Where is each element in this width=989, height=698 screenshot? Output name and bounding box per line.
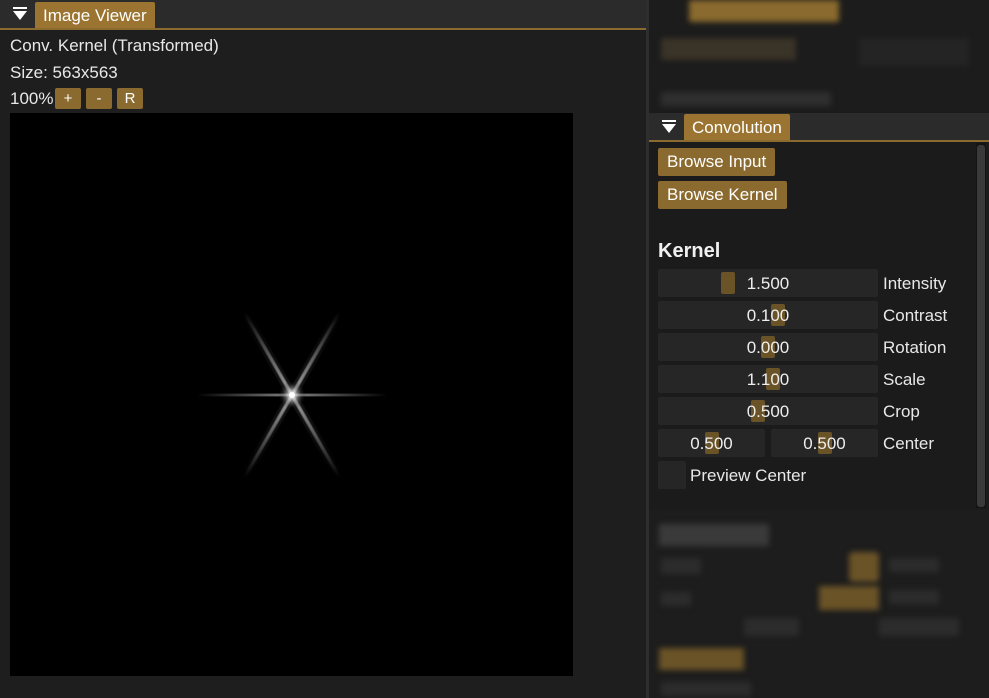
kernel-section-title: Kernel	[658, 240, 721, 262]
collapse-triangle-icon[interactable]	[661, 119, 677, 135]
contrast-label: Contrast	[883, 306, 948, 325]
rotation-label: Rotation	[883, 338, 947, 357]
crop-value: 0.500	[746, 402, 790, 421]
crop-slider[interactable]: 0.500	[658, 397, 878, 425]
tab-image-viewer[interactable]: Image Viewer	[35, 2, 155, 28]
zoom-level-label: 100%	[10, 89, 54, 108]
intensity-slider[interactable]: 1.500	[658, 269, 878, 297]
intensity-value: 1.500	[746, 274, 790, 293]
intensity-label: Intensity	[883, 274, 947, 293]
center-label: Center	[883, 434, 935, 453]
scrollbar-thumb[interactable]	[977, 145, 985, 507]
reset-zoom-button[interactable]: R	[117, 88, 143, 109]
zoom-out-button[interactable]: -	[86, 88, 112, 109]
center-y-value: 0.500	[803, 434, 846, 453]
tab-convolution[interactable]: Convolution	[684, 114, 790, 140]
contrast-value: 0.100	[746, 306, 790, 325]
rotation-slider[interactable]: 0.000	[658, 333, 878, 361]
scale-slider[interactable]: 1.100	[658, 365, 878, 393]
image-viewer-title-bar: Image Viewer	[0, 0, 646, 30]
preview-center-checkbox[interactable]	[658, 461, 686, 489]
crop-label: Crop	[883, 402, 920, 421]
center-y-slider[interactable]: 0.500	[771, 429, 878, 457]
preview-center-label: Preview Center	[690, 466, 807, 485]
scale-value: 1.100	[746, 370, 790, 389]
zoom-in-button[interactable]: +	[55, 88, 81, 109]
center-x-value: 0.500	[690, 434, 733, 453]
image-viewer-window: Image Viewer Conv. Kernel (Transformed) …	[0, 0, 646, 698]
kernel-image-canvas[interactable]	[10, 113, 573, 676]
scale-label: Scale	[883, 370, 926, 389]
center-x-slider[interactable]: 0.500	[658, 429, 765, 457]
kernel-starburst-image	[197, 310, 387, 480]
convolution-title-bar: Convolution	[649, 113, 989, 142]
rotation-value: 0.000	[746, 338, 790, 357]
image-size-label: Size: 563x563	[10, 63, 118, 82]
image-name-label: Conv. Kernel (Transformed)	[10, 36, 219, 55]
collapse-triangle-icon[interactable]	[12, 6, 28, 22]
convolution-window: Convolution Browse Input Browse Kernel K…	[649, 113, 989, 508]
browse-kernel-button[interactable]: Browse Kernel	[658, 181, 787, 209]
browse-input-button[interactable]: Browse Input	[658, 148, 776, 176]
contrast-slider[interactable]: 0.100	[658, 301, 878, 329]
background-panel-top	[649, 0, 989, 111]
background-panel-bottom	[649, 510, 989, 698]
